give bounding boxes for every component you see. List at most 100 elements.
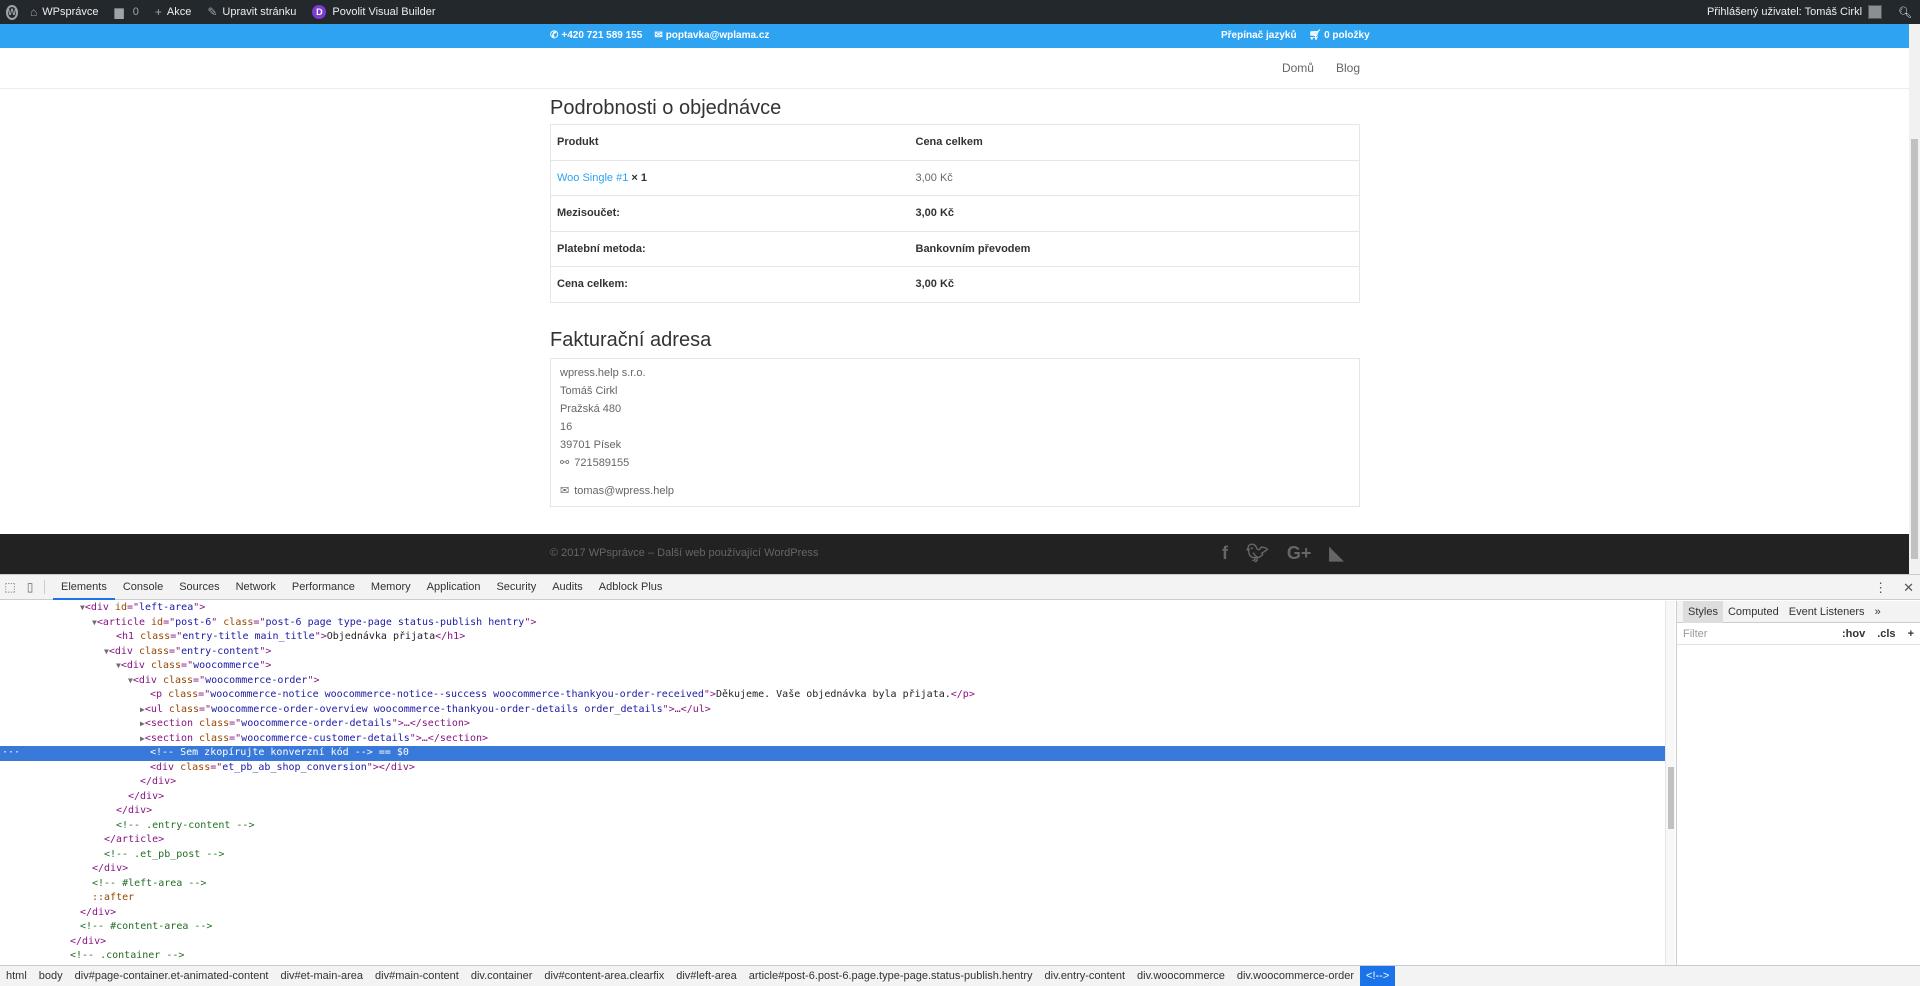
inspect-icon[interactable]: ⬚ bbox=[0, 575, 20, 600]
breadcrumb-item[interactable]: html bbox=[0, 970, 33, 982]
column-header-total: Cena celkem bbox=[910, 125, 1360, 161]
tab-application[interactable]: Application bbox=[419, 575, 489, 600]
dom-node[interactable]: ▶<section class="woocommerce-order-detai… bbox=[0, 717, 1665, 732]
phone-number: +420 721 589 155 bbox=[561, 30, 642, 41]
email-address: poptavka@wplama.cz bbox=[666, 30, 770, 41]
dom-node[interactable]: ::after bbox=[0, 891, 1665, 906]
site-header: Domů Blog bbox=[0, 48, 1909, 89]
admin-search-button[interactable]: 🔍︎ bbox=[1890, 0, 1920, 24]
dom-node[interactable]: </div> bbox=[0, 935, 1665, 950]
payment-method-value: Bankovním převodem bbox=[910, 231, 1360, 267]
tab-styles[interactable]: Styles bbox=[1683, 601, 1723, 623]
tab-event-listeners[interactable]: Event Listeners bbox=[1784, 606, 1870, 618]
nav-item-blog[interactable]: Blog bbox=[1336, 61, 1360, 75]
wordpress-icon[interactable]: W bbox=[0, 0, 22, 24]
close-icon[interactable]: ✕ bbox=[1903, 580, 1914, 596]
elements-scrollbar-thumb[interactable] bbox=[1668, 767, 1674, 829]
comments-link[interactable]: ▆ 0 bbox=[107, 0, 147, 24]
breadcrumb-item[interactable]: div#page-container.et-animated-content bbox=[69, 970, 275, 982]
mail-icon: ✉ bbox=[560, 482, 569, 500]
payment-method-label: Platební metoda: bbox=[551, 231, 910, 267]
breadcrumb-item[interactable]: div.container bbox=[465, 970, 539, 982]
dom-node[interactable]: </div> bbox=[0, 906, 1665, 921]
breadcrumb-item[interactable]: div.woocommerce-order bbox=[1231, 970, 1360, 982]
product-link[interactable]: Woo Single #1 bbox=[557, 172, 628, 184]
breadcrumb-item[interactable]: div#content-area.clearfix bbox=[538, 970, 670, 982]
twitter-icon[interactable]: 🐦︎ bbox=[1246, 543, 1269, 564]
tab-sources[interactable]: Sources bbox=[171, 575, 227, 600]
dom-node[interactable]: ▼<div id="left-area"> bbox=[0, 601, 1665, 616]
filter-input[interactable]: Filter bbox=[1683, 628, 1707, 640]
elements-scrollbar[interactable] bbox=[1665, 601, 1675, 965]
hov-toggle[interactable]: :hov bbox=[1842, 628, 1865, 640]
dom-node[interactable]: </div> bbox=[0, 804, 1665, 819]
dom-node[interactable]: ▼<div class="woocommerce"> bbox=[0, 659, 1665, 674]
dom-node[interactable]: <div class="et_pb_ab_shop_conversion"></… bbox=[0, 761, 1665, 776]
styles-filter[interactable]: Filter :hov .cls + bbox=[1677, 623, 1920, 645]
tab-network[interactable]: Network bbox=[228, 575, 284, 600]
dom-node[interactable]: ▼<div class="woocommerce-order"> bbox=[0, 674, 1665, 689]
search-icon: 🔍︎ bbox=[1898, 6, 1912, 19]
site-name-link[interactable]: ⌂ WPsprávce bbox=[22, 0, 107, 24]
breadcrumb-item[interactable]: div.entry-content bbox=[1039, 970, 1132, 982]
tab-security[interactable]: Security bbox=[488, 575, 544, 600]
breadcrumb-item[interactable]: article#post-6.post-6.page.type-page.sta… bbox=[743, 970, 1039, 982]
dom-node[interactable]: </div> bbox=[0, 775, 1665, 790]
tab-performance[interactable]: Performance bbox=[284, 575, 363, 600]
dom-node[interactable]: <!-- #content-area --> bbox=[0, 920, 1665, 935]
dom-node[interactable]: <p class="woocommerce-notice woocommerce… bbox=[0, 688, 1665, 703]
tab-elements[interactable]: Elements bbox=[53, 575, 115, 600]
tab-adblock-plus[interactable]: Adblock Plus bbox=[591, 575, 671, 600]
phone-icon: ✆ bbox=[550, 30, 558, 41]
visual-builder-link[interactable]: D Povolit Visual Builder bbox=[304, 0, 443, 24]
dom-node[interactable]: ▼<div class="entry-content"> bbox=[0, 645, 1665, 660]
facebook-icon[interactable]: f bbox=[1222, 543, 1228, 564]
dom-node[interactable]: <!-- .entry-content --> bbox=[0, 819, 1665, 834]
dom-node[interactable]: </div> bbox=[0, 862, 1665, 877]
footer-credit: © 2017 WPsprávce – Další web používající… bbox=[550, 547, 818, 559]
plus-icon[interactable]: + bbox=[1908, 628, 1914, 640]
elements-tree[interactable]: ▼<div id="left-area"> ▼<article id="post… bbox=[0, 601, 1665, 965]
dom-node[interactable]: ▶<section class="woocommerce-customer-de… bbox=[0, 732, 1665, 747]
cart-link[interactable]: 🛒︎ 0 položky bbox=[1309, 30, 1370, 41]
subtotal-value: 3,00 Kč bbox=[910, 196, 1360, 232]
language-switcher[interactable]: Přepínač jazyků bbox=[1221, 30, 1297, 41]
home-icon: ⌂ bbox=[30, 5, 37, 19]
breadcrumb-item[interactable]: body bbox=[33, 970, 69, 982]
dom-node[interactable]: ▼<article id="post-6" class="post-6 page… bbox=[0, 616, 1665, 631]
tab-computed[interactable]: Computed bbox=[1723, 606, 1784, 618]
device-icon[interactable]: ▯ bbox=[20, 575, 40, 600]
dom-node[interactable]: </article> bbox=[0, 833, 1665, 848]
breadcrumb-item[interactable]: div.woocommerce bbox=[1131, 970, 1231, 982]
dom-node[interactable]: <!-- #left-area --> bbox=[0, 877, 1665, 892]
page-scrollbar-thumb[interactable] bbox=[1911, 139, 1918, 559]
dom-node-selected[interactable]: ···<!-- Sem zkopírujte konverzní kód -->… bbox=[0, 746, 1665, 761]
tab-memory[interactable]: Memory bbox=[363, 575, 419, 600]
page-scrollbar[interactable] bbox=[1909, 24, 1920, 574]
breadcrumb-item-selected[interactable]: <!--> bbox=[1360, 966, 1395, 986]
edit-page-link[interactable]: ✎ Upravit stránku bbox=[199, 0, 304, 24]
dom-node[interactable]: <h1 class="entry-title main_title">Objed… bbox=[0, 630, 1665, 645]
user-account-link[interactable]: Přihlášený uživatel: Tomáš Cirkl bbox=[1699, 0, 1890, 24]
tab-console[interactable]: Console bbox=[115, 575, 171, 600]
dom-node[interactable]: </div> bbox=[0, 790, 1665, 805]
new-content-link[interactable]: + Akce bbox=[147, 0, 199, 24]
phone-contact[interactable]: ✆ +420 721 589 155 bbox=[550, 30, 642, 41]
chevron-right-icon[interactable]: » bbox=[1870, 606, 1886, 618]
breadcrumb-item[interactable]: div#et-main-area bbox=[275, 970, 370, 982]
order-details-title: Podrobnosti o objednávce bbox=[550, 94, 1360, 122]
product-price: 3,00 Kč bbox=[910, 160, 1360, 196]
dom-node[interactable]: <!-- .et_pb_post --> bbox=[0, 848, 1665, 863]
billing-name: Tomáš Cirkl bbox=[560, 382, 1350, 400]
more-icon[interactable]: ⋮ bbox=[1874, 580, 1887, 596]
google-plus-icon[interactable]: G+ bbox=[1287, 543, 1312, 564]
breadcrumb-item[interactable]: div#main-content bbox=[369, 970, 465, 982]
dom-node[interactable]: <!-- .container --> bbox=[0, 949, 1665, 964]
tab-audits[interactable]: Audits bbox=[544, 575, 591, 600]
nav-item-home[interactable]: Domů bbox=[1282, 61, 1314, 75]
rss-icon[interactable]: ◣ bbox=[1329, 543, 1343, 564]
cls-toggle[interactable]: .cls bbox=[1877, 628, 1895, 640]
breadcrumb-item[interactable]: div#left-area bbox=[670, 970, 743, 982]
dom-node[interactable]: ▶<ul class="woocommerce-order-overview w… bbox=[0, 703, 1665, 718]
email-contact[interactable]: ✉ poptavka@wplama.cz bbox=[654, 30, 769, 41]
